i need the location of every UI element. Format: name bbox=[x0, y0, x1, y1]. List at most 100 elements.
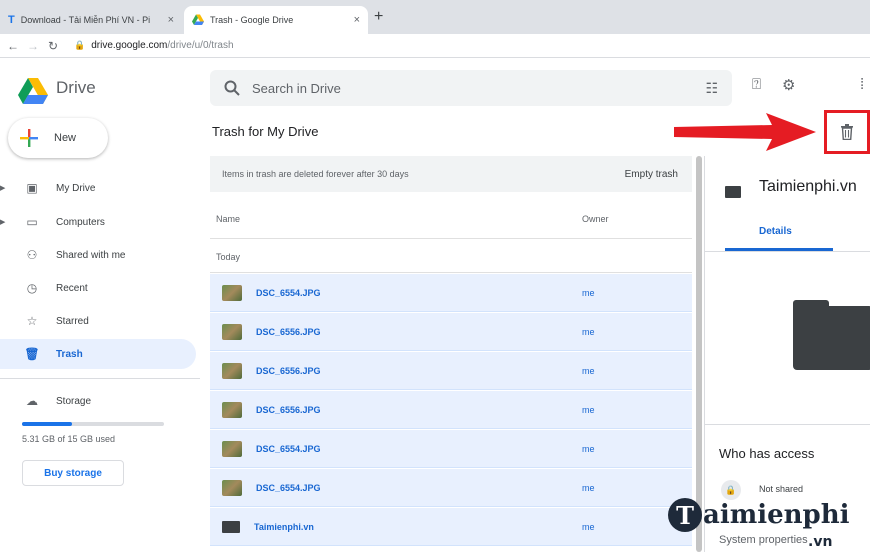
new-button[interactable]: New bbox=[8, 118, 108, 158]
file-name: DSC_6556.JPG bbox=[256, 404, 321, 415]
storage-bar bbox=[22, 422, 164, 426]
file-owner: me bbox=[582, 404, 595, 415]
file-owner: me bbox=[582, 365, 595, 376]
taimienphi-favicon-icon: T bbox=[8, 14, 15, 26]
section-label-today: Today bbox=[216, 252, 241, 262]
system-properties-heading: System properties bbox=[719, 534, 808, 546]
close-icon[interactable]: × bbox=[168, 14, 174, 26]
table-row[interactable]: DSC_6556.JPG me bbox=[210, 352, 692, 390]
computer-icon: ▭ bbox=[26, 215, 38, 229]
expand-caret-icon[interactable]: ▶ bbox=[0, 184, 8, 192]
table-row[interactable]: DSC_6554.JPG me bbox=[210, 430, 692, 468]
trash-icon bbox=[841, 124, 853, 140]
folder-icon bbox=[725, 186, 741, 198]
file-name: DSC_6554.JPG bbox=[256, 287, 321, 298]
plus-icon bbox=[20, 129, 38, 147]
storage-used-text: 5.31 GB of 15 GB used bbox=[22, 434, 116, 444]
watermark-suffix: .vn bbox=[808, 534, 833, 550]
cloud-icon: ☁ bbox=[26, 394, 38, 408]
table-row[interactable]: Taimienphi.vn me bbox=[210, 508, 692, 546]
column-header-name[interactable]: Name bbox=[216, 214, 240, 224]
star-icon: ☆ bbox=[26, 314, 38, 328]
sidebar-item-starred[interactable]: ☆ Starred bbox=[0, 306, 196, 336]
new-button-label: New bbox=[54, 132, 77, 144]
search-icon[interactable] bbox=[224, 80, 240, 96]
table-row[interactable]: DSC_6554.JPG me bbox=[210, 274, 692, 312]
tab-details[interactable]: Details bbox=[759, 226, 792, 237]
help-icon[interactable]: ⍰ bbox=[752, 76, 761, 93]
banner-message: Items in trash are deleted forever after… bbox=[222, 169, 409, 179]
watermark-t-icon: T bbox=[668, 498, 702, 532]
sharing-status: Not shared bbox=[759, 484, 804, 494]
sidebar-item-my-drive[interactable]: ▶ ▣ My Drive bbox=[0, 173, 196, 203]
image-thumbnail-icon bbox=[222, 401, 242, 418]
forward-arrow-icon[interactable]: → bbox=[26, 39, 40, 53]
file-name: DSC_6556.JPG bbox=[256, 326, 321, 337]
file-owner: me bbox=[582, 443, 595, 454]
file-name: DSC_6556.JPG bbox=[256, 365, 321, 376]
file-owner: me bbox=[582, 521, 595, 532]
clock-icon: ◷ bbox=[26, 281, 38, 295]
scrollbar[interactable] bbox=[696, 156, 702, 552]
empty-trash-button[interactable]: Empty trash bbox=[625, 169, 678, 180]
drive-favicon-icon bbox=[192, 14, 204, 25]
brand-name[interactable]: Drive bbox=[56, 78, 96, 98]
search-input[interactable]: Search in Drive bbox=[252, 81, 341, 96]
sidebar-item-label: My Drive bbox=[56, 182, 96, 194]
apps-grid-icon[interactable]: ⁞ bbox=[860, 76, 864, 93]
image-thumbnail-icon bbox=[222, 323, 242, 340]
image-thumbnail-icon bbox=[222, 362, 242, 379]
watermark-logo: T aimienphi bbox=[668, 498, 850, 532]
settings-gear-icon[interactable]: ⚙ bbox=[782, 76, 795, 94]
sidebar-item-recent[interactable]: ◷ Recent bbox=[0, 273, 196, 303]
file-owner: me bbox=[582, 287, 595, 298]
sidebar-item-computers[interactable]: ▶ ▭ Computers bbox=[0, 207, 196, 237]
header-divider bbox=[210, 238, 692, 239]
sidebar-item-label: Storage bbox=[56, 395, 92, 407]
section-divider bbox=[210, 272, 692, 273]
tab-title: Download - Tải Miễn Phí VN - Pi bbox=[20, 15, 151, 25]
table-row[interactable]: DSC_6554.JPG me bbox=[210, 469, 692, 507]
address-bar: ← → ↻ 🔒 drive.google.com/drive/u/0/trash bbox=[0, 34, 870, 58]
browser-tab-download[interactable]: T Download - Tải Miễn Phí VN - Pi × bbox=[0, 6, 182, 34]
browser-tabstrip: T Download - Tải Miễn Phí VN - Pi × Tras… bbox=[0, 0, 870, 34]
file-name: Taimienphi.vn bbox=[254, 521, 314, 532]
image-thumbnail-icon bbox=[222, 284, 242, 301]
details-divider bbox=[705, 424, 870, 425]
back-arrow-icon[interactable]: ← bbox=[6, 39, 20, 53]
delete-forever-button[interactable] bbox=[824, 110, 870, 154]
people-icon: ⚇ bbox=[26, 248, 38, 262]
sidebar-item-label: Recent bbox=[56, 282, 88, 294]
search-options-icon[interactable]: ☷ bbox=[705, 80, 718, 97]
page-title[interactable]: Trash for My Drive bbox=[212, 124, 318, 139]
red-arrow-annotation bbox=[670, 108, 820, 156]
sidebar-divider bbox=[0, 378, 200, 379]
url-host: drive.google.com bbox=[91, 40, 168, 51]
file-owner: me bbox=[582, 326, 595, 337]
url-field[interactable]: drive.google.com/drive/u/0/trash bbox=[91, 40, 233, 51]
trash-banner: Items in trash are deleted forever after… bbox=[210, 156, 692, 192]
details-item-name: Taimienphi.vn bbox=[759, 178, 857, 195]
drive-icon: ▣ bbox=[26, 181, 38, 195]
reload-icon[interactable]: ↻ bbox=[46, 39, 60, 53]
who-has-access-heading: Who has access bbox=[719, 446, 815, 461]
new-tab-button[interactable]: + bbox=[374, 8, 383, 26]
close-icon[interactable]: × bbox=[354, 14, 360, 26]
url-path: /drive/u/0/trash bbox=[167, 40, 234, 51]
browser-tab-trash[interactable]: Trash - Google Drive × bbox=[184, 6, 368, 34]
expand-caret-icon[interactable]: ▶ bbox=[0, 218, 8, 226]
sidebar-item-storage[interactable]: ☁ Storage bbox=[0, 386, 196, 416]
table-row[interactable]: DSC_6556.JPG me bbox=[210, 313, 692, 351]
column-header-owner: Owner bbox=[582, 214, 609, 224]
buy-storage-button[interactable]: Buy storage bbox=[22, 460, 124, 486]
table-row[interactable]: DSC_6556.JPG me bbox=[210, 391, 692, 429]
details-panel: Taimienphi.vn Details Who has access 🔒 N… bbox=[704, 156, 870, 552]
drive-logo-icon[interactable] bbox=[18, 78, 48, 104]
search-bar[interactable]: Search in Drive ☷ bbox=[210, 70, 732, 106]
lock-icon[interactable]: 🔒 bbox=[74, 40, 85, 51]
tab-title: Trash - Google Drive bbox=[210, 15, 294, 25]
sidebar-item-label: Computers bbox=[56, 216, 105, 228]
sidebar-item-trash[interactable]: 🗑 Trash bbox=[0, 339, 196, 369]
sidebar-item-shared[interactable]: ⚇ Shared with me bbox=[0, 240, 196, 270]
folder-icon bbox=[222, 520, 240, 533]
